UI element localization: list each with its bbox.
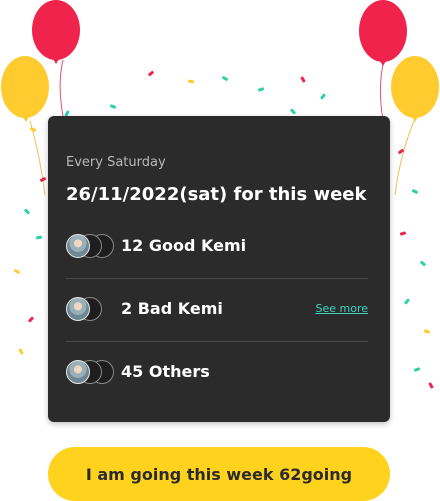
confetti-piece (18, 348, 24, 355)
week-date-title: 26/11/2022(sat) for this week (66, 184, 367, 205)
confetti-piece (423, 329, 431, 334)
good-kemi-count: 12 Good Kemi (121, 236, 247, 255)
confetti-piece (187, 79, 195, 84)
confetti-piece (289, 108, 297, 115)
avatar-stack (66, 234, 116, 258)
divider (66, 278, 368, 279)
confetti-piece (109, 104, 117, 109)
divider (66, 341, 368, 342)
see-more-link[interactable]: See more (315, 302, 368, 315)
confetti-piece (257, 87, 265, 92)
confetti-piece (23, 208, 31, 215)
schedule-label: Every Saturday (66, 155, 166, 170)
confetti-piece (35, 235, 43, 240)
good-kemi-row: 12 Good Kemi (66, 231, 368, 261)
bad-kemi-count: 2 Bad Kemi (121, 299, 223, 318)
going-this-week-button[interactable]: I am going this week 62going (48, 447, 390, 501)
confetti-piece (413, 367, 421, 372)
confetti-piece (221, 75, 229, 82)
confetti-piece (403, 298, 411, 305)
confetti-piece (27, 316, 35, 323)
avatar-stack (66, 297, 116, 321)
confetti-piece (399, 231, 407, 236)
confetti-piece (319, 93, 327, 100)
confetti-piece (300, 76, 306, 83)
weekly-summary-card: Every Saturday 26/11/2022(sat) for this … (48, 116, 390, 422)
confetti-piece (147, 70, 155, 77)
avatar-stack (66, 360, 116, 384)
avatar (66, 360, 90, 384)
others-row: 45 Others (66, 357, 368, 387)
confetti-piece (13, 268, 21, 275)
others-count: 45 Others (121, 362, 210, 381)
avatar (66, 234, 90, 258)
avatar (66, 297, 90, 321)
confetti-piece (419, 260, 427, 267)
bad-kemi-row: 2 Bad Kemi See more (66, 294, 368, 324)
confetti-piece (428, 382, 434, 389)
